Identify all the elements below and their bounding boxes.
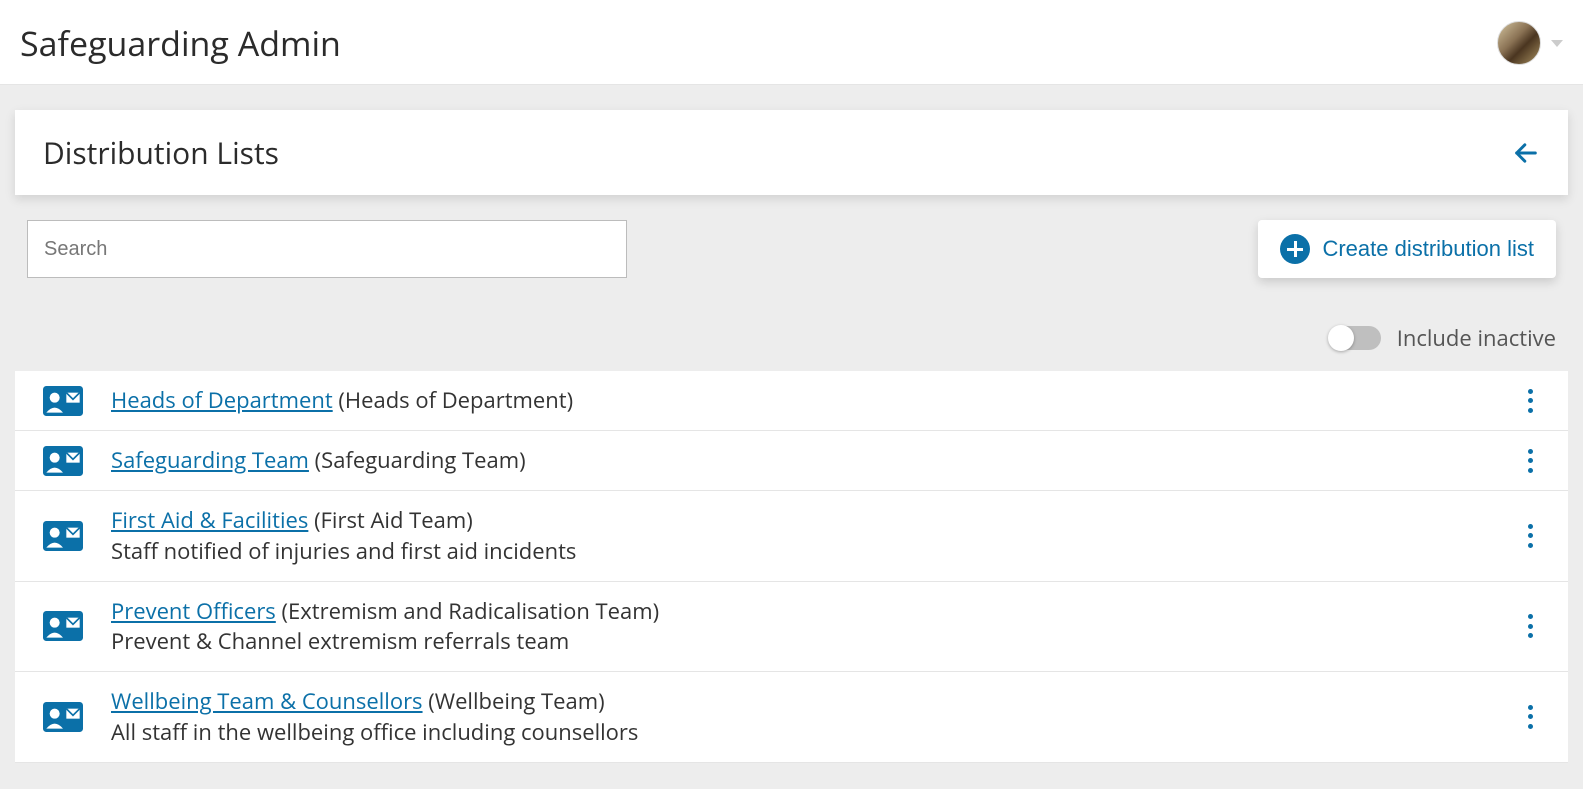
app-header: Safeguarding Admin (0, 0, 1583, 85)
contact-card-icon (43, 386, 83, 416)
back-arrow-icon[interactable] (1512, 139, 1540, 167)
list-item-suffix: (Wellbeing Team) (428, 686, 604, 716)
list-item-suffix: (Safeguarding Team) (315, 445, 526, 475)
kebab-menu-icon[interactable] (1520, 703, 1540, 731)
contact-card-icon (43, 446, 83, 476)
list-item-link[interactable]: Prevent Officers (111, 596, 276, 626)
kebab-menu-icon[interactable] (1520, 522, 1540, 550)
list-item: Prevent Officers (Extremism and Radicali… (15, 582, 1568, 673)
list-item-description: Prevent & Channel extremism referrals te… (111, 626, 1492, 657)
include-inactive-label: Include inactive (1397, 323, 1556, 353)
list-item-link[interactable]: Heads of Department (111, 385, 333, 415)
list-item-description: All staff in the wellbeing office includ… (111, 717, 1492, 748)
list-item-suffix: (Heads of Department) (338, 385, 573, 415)
contact-card-icon (43, 611, 83, 641)
list-item-link[interactable]: Safeguarding Team (111, 445, 309, 475)
contact-card-icon (43, 702, 83, 732)
avatar (1497, 21, 1541, 65)
create-distribution-list-button[interactable]: Create distribution list (1258, 220, 1556, 278)
list-item: Wellbeing Team & Counsellors (Wellbeing … (15, 672, 1568, 763)
section-header: Distribution Lists (15, 110, 1568, 195)
chevron-down-icon (1551, 40, 1563, 47)
section-title: Distribution Lists (43, 132, 279, 173)
list-item-text: Wellbeing Team & Counsellors (Wellbeing … (111, 686, 1492, 748)
list-item-text: First Aid & Facilities (First Aid Team) … (111, 505, 1492, 567)
user-menu[interactable] (1497, 21, 1563, 65)
include-inactive-row: Include inactive (15, 323, 1568, 371)
contact-card-icon (43, 521, 83, 551)
page-title: Safeguarding Admin (20, 20, 341, 66)
list-item-suffix: (Extremism and Radicalisation Team) (282, 596, 660, 626)
list-item-text: Heads of Department (Heads of Department… (111, 385, 1492, 416)
plus-icon (1280, 234, 1310, 264)
list-item: Heads of Department (Heads of Department… (15, 371, 1568, 431)
list-item-link[interactable]: First Aid & Facilities (111, 505, 308, 535)
kebab-menu-icon[interactable] (1520, 612, 1540, 640)
create-button-label: Create distribution list (1322, 236, 1534, 262)
list-item-text: Safeguarding Team (Safeguarding Team) (111, 445, 1492, 476)
distribution-lists: Heads of Department (Heads of Department… (15, 371, 1568, 763)
list-item-link[interactable]: Wellbeing Team & Counsellors (111, 686, 423, 716)
content-area: Distribution Lists Create distribution l… (0, 85, 1583, 789)
list-item-text: Prevent Officers (Extremism and Radicali… (111, 596, 1492, 658)
list-item: First Aid & Facilities (First Aid Team) … (15, 491, 1568, 582)
kebab-menu-icon[interactable] (1520, 447, 1540, 475)
search-input[interactable] (27, 220, 627, 278)
kebab-menu-icon[interactable] (1520, 387, 1540, 415)
list-item: Safeguarding Team (Safeguarding Team) (15, 431, 1568, 491)
list-item-suffix: (First Aid Team) (314, 505, 473, 535)
include-inactive-toggle[interactable] (1329, 326, 1381, 350)
list-item-description: Staff notified of injuries and first aid… (111, 536, 1492, 567)
controls-row: Create distribution list (15, 220, 1568, 278)
